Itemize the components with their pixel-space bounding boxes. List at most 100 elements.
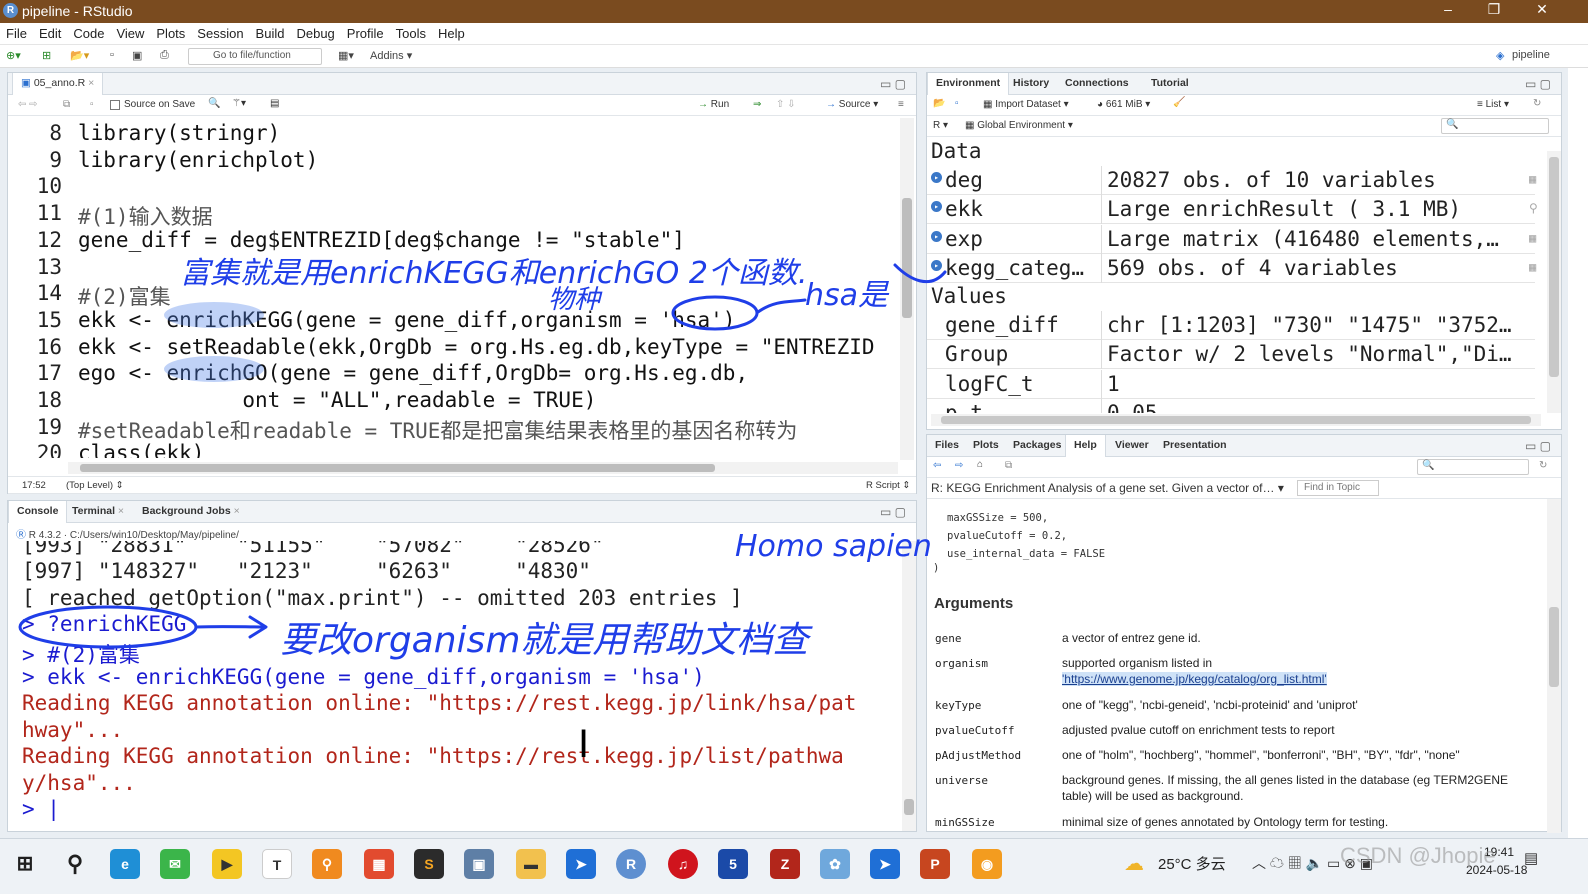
help-search-input[interactable]: 🔍 <box>1417 459 1529 475</box>
grid-layout-icon[interactable]: ▦▾ <box>338 49 354 62</box>
view-object-icon[interactable]: ⚲ <box>1529 201 1538 215</box>
tab-history[interactable]: History <box>1005 73 1057 95</box>
menu-help[interactable]: Help <box>432 23 471 41</box>
code-editor[interactable]: 8 library(stringr) 9 library(enrichplot) 10 1… <box>8 118 903 458</box>
home-icon[interactable]: ⌂ <box>977 459 983 470</box>
scope-dropdown[interactable]: ▦ Global Environment ▾ <box>965 120 1073 131</box>
tab-environment[interactable]: Environment <box>927 73 1010 95</box>
screenshot-tool-icon[interactable]: ▣ <box>464 849 494 879</box>
env-value-row[interactable]: p_t 0.05 <box>927 398 1535 413</box>
close-tab-icon[interactable]: × <box>88 77 94 89</box>
env-value-row[interactable]: Group Factor w/ 2 levels "Normal","Di… <box>927 340 1535 370</box>
expand-icon[interactable]: ▸ <box>931 172 942 183</box>
org-list-link[interactable]: 'https://www.genome.jp/kegg/catalog/org_… <box>1062 672 1327 686</box>
netease-music-icon[interactable]: ♫ <box>668 849 698 879</box>
powerpoint-icon[interactable]: P <box>920 849 950 879</box>
console-vscrollbar[interactable] <box>902 541 916 831</box>
console-output[interactable]: [993] "28831" "51155" "57082" "28526" [99… <box>8 541 903 831</box>
tab-connections[interactable]: Connections <box>1057 73 1137 95</box>
addins-menu[interactable]: Addins ▾ <box>370 49 412 62</box>
tab-05-anno[interactable]: ▣ 05_anno.R × <box>12 73 104 95</box>
source-button[interactable]: → Source ▾ <box>826 99 878 110</box>
env-hscrollbar[interactable] <box>931 414 1541 426</box>
env-minmax-icon[interactable]: ▭ ▢ <box>1525 77 1551 91</box>
app-5-icon[interactable]: 5 <box>718 849 748 879</box>
help-vscrollbar[interactable] <box>1547 499 1561 833</box>
minimize-icon[interactable]: – <box>1428 1 1468 17</box>
feishu-2-icon[interactable]: ➤ <box>870 849 900 879</box>
tab-terminal[interactable]: Terminal × <box>64 501 132 523</box>
refresh-icon[interactable]: ↻ <box>1533 98 1541 109</box>
scope-selector[interactable]: (Top Level) ⇕ <box>66 480 124 491</box>
help-topic-selector[interactable]: R: KEGG Enrichment Analysis of a gene se… <box>931 481 1284 495</box>
edge-icon[interactable]: e <box>110 849 140 879</box>
menu-view[interactable]: View <box>110 23 150 41</box>
env-search-input[interactable]: 🔍 <box>1441 118 1549 134</box>
office-apps-icon[interactable]: ▦ <box>364 849 394 879</box>
open-folder-icon[interactable]: 📂▾ <box>70 49 89 62</box>
tab-files[interactable]: Files <box>927 435 967 457</box>
close-icon[interactable]: ✕ <box>1522 1 1562 18</box>
r-app-icon[interactable]: R <box>616 849 646 879</box>
feishu-icon[interactable]: ➤ <box>566 849 596 879</box>
go-to-file-input[interactable]: Go to file/function <box>188 48 322 65</box>
editor-vscrollbar[interactable] <box>900 118 914 460</box>
help-minmax-icon[interactable]: ▭ ▢ <box>1525 439 1551 453</box>
tab-tutorial[interactable]: Tutorial <box>1143 73 1197 95</box>
restore-icon[interactable]: ❐ <box>1474 1 1514 18</box>
everything-search-icon[interactable]: ⚲ <box>312 849 342 879</box>
tab-packages[interactable]: Packages <box>1005 435 1069 457</box>
env-data-row[interactable]: ▸ ▦ kegg_categ… 569 obs. of 4 variables <box>927 253 1536 283</box>
memory-usage[interactable]: ◕ 661 MiB ▾ <box>1097 99 1150 110</box>
env-value-row[interactable]: gene_diff chr [1:1203] "730" "1475" "3752… <box>927 311 1535 340</box>
tab-console[interactable]: Console <box>8 501 68 523</box>
tab-help[interactable]: Help <box>1065 435 1106 457</box>
file-explorer-icon[interactable]: ▬ <box>516 849 546 879</box>
tab-background-jobs[interactable]: Background Jobs × <box>134 501 248 523</box>
print-icon[interactable]: ⎙ <box>160 49 169 62</box>
menu-debug[interactable]: Debug <box>290 23 340 41</box>
search-taskbar-icon[interactable]: ⚲ <box>60 849 90 879</box>
back-forward-icon[interactable]: ⇦ ⇨ <box>18 99 38 110</box>
save-all-icon[interactable]: ▣ <box>132 49 142 62</box>
menu-session[interactable]: Session <box>191 23 249 41</box>
outline-icon[interactable]: ≡ <box>898 99 904 110</box>
help-refresh-icon[interactable]: ↻ <box>1539 460 1547 471</box>
expand-icon[interactable]: ▸ <box>931 201 942 213</box>
typora-icon[interactable]: T <box>262 849 292 879</box>
menu-tools[interactable]: Tools <box>390 23 432 41</box>
view-mode-selector[interactable]: ≡ List ▾ <box>1477 99 1509 110</box>
rerun-icon[interactable]: ⇒ <box>753 99 761 110</box>
weather-text[interactable]: 25°C 多云 <box>1158 853 1226 874</box>
help-popout-icon[interactable]: ⧉ <box>1005 460 1012 471</box>
env-data-row[interactable]: ▸ ▦ deg 20827 obs. of 10 variables <box>927 166 1536 195</box>
view-table-icon[interactable]: ▦ <box>1529 231 1536 245</box>
filezilla-icon[interactable]: Z <box>770 849 800 879</box>
up-down-icon[interactable]: ⇧ ⇩ <box>776 99 796 110</box>
view-table-icon[interactable]: ▦ <box>1529 172 1536 186</box>
find-in-topic-input[interactable]: Find in Topic <box>1297 480 1379 496</box>
tab-presentation[interactable]: Presentation <box>1155 435 1235 457</box>
save-icon[interactable]: ▫ <box>110 49 114 61</box>
menu-profile[interactable]: Profile <box>341 23 390 41</box>
env-data-row[interactable]: ▸ ⚲ ekk Large enrichResult ( 3.1 MB) <box>927 195 1538 225</box>
recorder-icon[interactable]: ◉ <box>972 849 1002 879</box>
compile-report-icon[interactable]: ▤ <box>270 98 279 109</box>
env-vscrollbar[interactable] <box>1547 151 1561 413</box>
search-icon[interactable]: 🔍 <box>208 98 220 109</box>
env-data-row[interactable]: ▸ ▦ exp Large matrix (416480 elements,… <box>927 224 1536 254</box>
menu-plots[interactable]: Plots <box>150 23 191 41</box>
menu-build[interactable]: Build <box>250 23 291 41</box>
source-on-save-checkbox[interactable] <box>110 100 120 110</box>
project-menu[interactable]: pipeline <box>1512 49 1550 61</box>
import-dataset-button[interactable]: ▦ Import Dataset ▾ <box>983 99 1069 110</box>
player-icon[interactable]: ▶ <box>212 849 242 879</box>
new-file-icon[interactable]: ⊕▾ <box>6 49 21 62</box>
show-in-window-icon[interactable]: ⧉ <box>63 99 70 110</box>
editor-hscrollbar[interactable] <box>68 462 898 474</box>
wechat-icon[interactable]: ✉ <box>160 849 190 879</box>
magic-wand-icon[interactable]: ⚚▾ <box>232 98 246 109</box>
pane-minmax-icon[interactable]: ▭ ▢ <box>880 77 906 91</box>
tab-viewer[interactable]: Viewer <box>1107 435 1157 457</box>
tab-plots[interactable]: Plots <box>965 435 1007 457</box>
